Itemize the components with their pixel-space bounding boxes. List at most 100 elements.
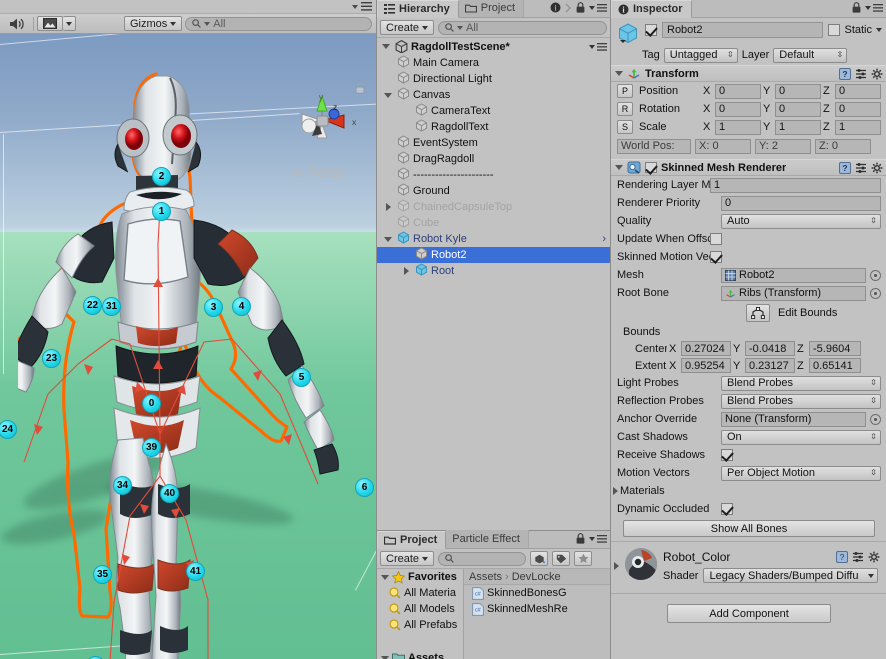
bone-handle[interactable]: 2 xyxy=(152,167,171,186)
triangle-down-icon[interactable] xyxy=(615,71,623,76)
triangle-right-icon[interactable] xyxy=(613,487,618,495)
asset-item[interactable]: c# SkinnedMeshRe xyxy=(464,601,611,617)
anchor-override-picker-button[interactable] xyxy=(870,413,881,425)
center-y-field[interactable]: -0.0418 xyxy=(745,341,795,356)
asset-item[interactable]: c# SkinnedBonesG xyxy=(464,585,611,601)
rotation-z-field[interactable]: 0 xyxy=(835,101,881,117)
bone-handle[interactable]: 6 xyxy=(355,478,374,497)
bone-handle[interactable]: 4 xyxy=(232,297,251,316)
bone-handle[interactable]: 5 xyxy=(292,368,311,387)
help-icon[interactable]: ? xyxy=(839,161,851,174)
motion-vectors-dropdown[interactable]: Per Object Motion ⇳ xyxy=(721,465,881,481)
cast-shadows-dropdown[interactable]: On ⇳ xyxy=(721,429,881,445)
scene-root-row[interactable]: RagdollTestScene* xyxy=(377,38,611,55)
anchor-override-object-field[interactable]: None (Transform) xyxy=(721,411,866,427)
breadcrumb-assets[interactable]: Assets xyxy=(469,571,502,583)
gear-icon[interactable] xyxy=(871,68,883,80)
favorite-item[interactable]: All Prefabs xyxy=(377,617,463,633)
create-button[interactable]: Create xyxy=(380,20,435,35)
audio-toggle-button[interactable] xyxy=(4,15,30,32)
effects-dropdown-arrow[interactable] xyxy=(63,16,76,31)
edit-bounds-button[interactable] xyxy=(746,304,770,322)
materials-row[interactable]: Materials xyxy=(611,482,886,500)
project-options-menu[interactable] xyxy=(589,534,607,543)
scene-options-menu[interactable] xyxy=(352,2,372,11)
bone-handle[interactable]: 31 xyxy=(102,297,121,316)
preset-icon[interactable] xyxy=(855,162,867,174)
position-y-field[interactable]: 0 xyxy=(775,83,821,99)
receive-shadows-checkbox[interactable] xyxy=(721,449,733,461)
prefab-chevron-right-icon[interactable]: › xyxy=(602,233,606,245)
root-bone-object-field[interactable]: Ribs (Transform) xyxy=(721,285,866,301)
expand-arrow[interactable] xyxy=(400,267,412,275)
favorite-item[interactable]: All Models xyxy=(377,601,463,617)
dynamic-occluded-checkbox[interactable] xyxy=(721,503,733,515)
rotation-reset-badge[interactable]: R xyxy=(617,102,633,116)
lock-open-icon[interactable] xyxy=(355,82,366,94)
skinned-motion-vectors-checkbox[interactable] xyxy=(710,251,722,263)
smr-header-icons[interactable]: ? xyxy=(839,161,883,174)
hierarchy-item-robot-kyle[interactable]: Robot Kyle › xyxy=(377,231,611,247)
inspector-options-menu[interactable] xyxy=(865,3,883,12)
transform-header-icons[interactable]: ? xyxy=(839,67,883,80)
favorites-list[interactable]: All Materia All Models All Prefabs xyxy=(377,585,463,633)
effects-button[interactable] xyxy=(37,16,63,31)
gear-icon[interactable] xyxy=(871,162,883,174)
expand-arrow[interactable] xyxy=(382,203,394,211)
update-when-offscreen-checkbox[interactable] xyxy=(710,233,722,245)
hierarchy-item-ground[interactable]: Ground xyxy=(377,183,611,199)
hierarchy-item-cube[interactable]: Cube xyxy=(377,215,611,231)
filter-by-label-button[interactable] xyxy=(552,551,571,566)
extent-z-field[interactable]: 0.65141 xyxy=(809,358,861,373)
static-toggle[interactable]: Static xyxy=(828,24,882,36)
renderer-enabled-checkbox[interactable] xyxy=(645,162,657,173)
breadcrumb[interactable]: Assets › DevLocke xyxy=(464,569,611,585)
center-z-field[interactable]: -5.9604 xyxy=(809,341,861,356)
mesh-picker-button[interactable] xyxy=(870,269,881,281)
expand-arrow[interactable] xyxy=(382,92,394,98)
bone-handle[interactable]: 23 xyxy=(42,349,61,368)
renderer-priority-field[interactable]: 0 xyxy=(721,195,881,211)
project-favorites-tree[interactable]: Favorites All Materia All Models All Prefa… xyxy=(377,569,464,659)
hierarchy-item-list[interactable]: Main Camera Directional Light Canvas Camera… xyxy=(377,55,611,530)
hierarchy-item-canvas[interactable]: Canvas xyxy=(377,87,611,103)
rendering-layer-mask-field[interactable]: 1 xyxy=(710,177,881,193)
bone-handle[interactable]: 41 xyxy=(186,562,205,581)
shader-dropdown[interactable]: Legacy Shaders/Bumped Diffu xyxy=(703,568,878,583)
rotation-x-field[interactable]: 0 xyxy=(715,101,761,117)
help-icon[interactable]: ? xyxy=(836,551,848,563)
rotation-y-field[interactable]: 0 xyxy=(775,101,821,117)
scale-y-field[interactable]: 1 xyxy=(775,119,821,135)
scene-context-menu[interactable] xyxy=(589,42,607,51)
hierarchy-options-menu[interactable] xyxy=(589,3,607,12)
scene-effects-dropdown[interactable] xyxy=(37,16,76,31)
favorites-root-row[interactable]: Favorites xyxy=(377,569,463,585)
material-card[interactable]: Robot_Color ? Shader Legacy Shaders/Bump… xyxy=(611,541,886,593)
preset-icon[interactable] xyxy=(852,551,864,563)
tag-dropdown[interactable]: Untagged ⇳ xyxy=(663,47,738,63)
hierarchy-item-cameratext[interactable]: CameraText xyxy=(377,103,611,119)
bone-handle[interactable]: 3 xyxy=(204,298,223,317)
light-probes-dropdown[interactable]: Blend Probes ⇳ xyxy=(721,375,881,391)
project-file-list[interactable]: Assets › DevLocke c# SkinnedBonesG c# Skinn… xyxy=(464,569,611,659)
tab-particle-effect[interactable]: Particle Effect xyxy=(446,530,529,548)
scene-search-input[interactable]: All xyxy=(185,16,372,31)
assets-root-row[interactable]: Assets xyxy=(377,650,463,659)
hierarchy-tab-controls[interactable]: i xyxy=(550,2,607,13)
gizmos-dropdown-button[interactable]: Gizmos xyxy=(124,16,183,31)
bone-handle[interactable]: 22 xyxy=(83,296,102,315)
project-create-button[interactable]: Create xyxy=(380,551,435,566)
position-z-field[interactable]: 0 xyxy=(835,83,881,99)
project-tab-controls[interactable] xyxy=(576,533,607,544)
hierarchy-item-ragdolltext[interactable]: RagdollText xyxy=(377,119,611,135)
bone-handle[interactable]: 35 xyxy=(93,565,112,584)
extent-x-field[interactable]: 0.95254 xyxy=(681,358,731,373)
scale-reset-badge[interactable]: S xyxy=(617,120,633,134)
scale-x-field[interactable]: 1 xyxy=(715,119,761,135)
tab-inspector[interactable]: i Inspector xyxy=(611,0,692,18)
hierarchy-item-root[interactable]: Root xyxy=(377,263,611,279)
project-search-input[interactable] xyxy=(438,551,527,566)
expand-arrow[interactable] xyxy=(382,236,394,242)
hierarchy-item-main-camera[interactable]: Main Camera xyxy=(377,55,611,71)
favorite-item[interactable]: All Materia xyxy=(377,585,463,601)
